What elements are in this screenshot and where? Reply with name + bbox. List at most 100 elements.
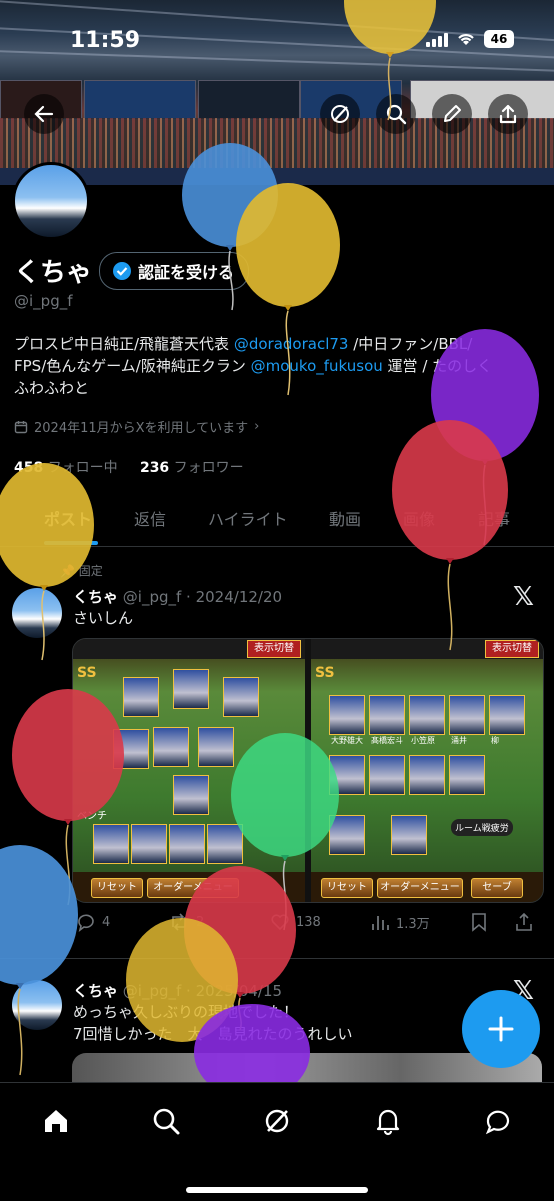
nav-messages[interactable] bbox=[478, 1101, 518, 1141]
nav-home[interactable] bbox=[36, 1101, 76, 1141]
media-image-pitchers[interactable]: 表示切替 SS 大野雄大 髙橋宏斗 小笠原 涌井 柳 ルーム戦疲労 リセット オ… bbox=[311, 639, 543, 902]
image-footer: リセット オーダーメニュー bbox=[73, 872, 305, 902]
post-text-line: めっちゃ久しぶりの現地でした！ bbox=[73, 1003, 299, 1021]
following-link[interactable]: 458 フォロー中 bbox=[14, 460, 118, 476]
arrow-left-icon bbox=[34, 105, 54, 123]
verify-button-label: 認証を受ける bbox=[138, 263, 235, 282]
player-card bbox=[169, 824, 205, 864]
tab-posts[interactable]: ポスト bbox=[44, 506, 92, 530]
bio-text: ふわふわと bbox=[14, 379, 90, 397]
player-card bbox=[113, 729, 149, 769]
post-media[interactable]: 表示切替 SS ベンチ リセット オーダーメニュー 表示切替 SS 大野雄大 髙… bbox=[72, 638, 544, 903]
nav-grok[interactable] bbox=[257, 1101, 297, 1141]
followers-count: 236 bbox=[139, 460, 170, 476]
fatigue-label: ルーム戦疲労 bbox=[451, 819, 513, 836]
post-text: めっちゃ久しぶりの現地でした！ 7回惜しかった 大 島見れたのうれしい bbox=[73, 1001, 353, 1045]
image-footer: リセット オーダーメニュー セーブ bbox=[311, 872, 543, 902]
image-header: 表示切替 bbox=[311, 639, 543, 659]
share-icon bbox=[499, 104, 517, 124]
player-name: 涌井 bbox=[451, 736, 467, 745]
edit-button[interactable] bbox=[432, 94, 472, 134]
home-icon bbox=[45, 1110, 67, 1132]
balloon-icon bbox=[0, 845, 78, 1076]
heart-icon bbox=[271, 914, 289, 931]
post-header[interactable]: くちゃ @i_pg_f · 2025/04/15 bbox=[73, 980, 282, 1001]
bio-text: プロスピ中日純正/飛龍蒼天代表 bbox=[14, 335, 234, 353]
bio-mention-link[interactable]: @mouko_fukusou bbox=[251, 357, 383, 375]
player-name: 柳 bbox=[491, 736, 499, 745]
notifications-icon bbox=[376, 1109, 400, 1136]
verify-button[interactable]: 認証を受ける bbox=[99, 252, 250, 290]
display-toggle-label: 表示切替 bbox=[247, 640, 301, 658]
tab-replies[interactable]: 返信 bbox=[134, 506, 166, 530]
player-card bbox=[409, 695, 445, 735]
pinned-label: 📌 固定 bbox=[60, 562, 103, 579]
player-card bbox=[173, 775, 209, 815]
search-icon bbox=[386, 104, 407, 125]
bio-mention-link[interactable]: @doradoracl73 bbox=[234, 335, 349, 353]
player-name: 大野雄大 bbox=[331, 736, 363, 745]
player-name: 小笠原 bbox=[411, 736, 435, 745]
user-handle: @i_pg_f bbox=[14, 292, 73, 310]
compose-post-button[interactable] bbox=[462, 990, 540, 1068]
status-icons: 46 bbox=[426, 30, 514, 48]
followers-link[interactable]: 236 フォロワー bbox=[140, 460, 244, 476]
player-card bbox=[369, 695, 405, 735]
player-card bbox=[391, 815, 427, 855]
bio-text: /中日ファン/BBL/ bbox=[348, 335, 473, 353]
signal-icon bbox=[426, 31, 448, 47]
bio-text: FPS/色んなゲーム/阪神純正クラン bbox=[14, 357, 251, 375]
follow-stats: 458 フォロー中 236 フォロワー bbox=[14, 457, 244, 477]
media-image-lineup[interactable]: 表示切替 SS ベンチ リセット オーダーメニュー bbox=[73, 639, 305, 902]
share-button[interactable] bbox=[488, 94, 528, 134]
bottom-navigation bbox=[0, 1082, 554, 1201]
home-indicator bbox=[186, 1187, 368, 1193]
player-card bbox=[223, 677, 259, 717]
player-card bbox=[369, 755, 405, 795]
player-card bbox=[198, 727, 234, 767]
tab-articles[interactable]: 記事 bbox=[478, 506, 510, 530]
player-card bbox=[449, 755, 485, 795]
tab-highlights[interactable]: ハイライト bbox=[208, 506, 288, 530]
nav-notifications[interactable] bbox=[368, 1101, 408, 1141]
grok-icon bbox=[331, 105, 349, 123]
repost-icon bbox=[172, 913, 186, 931]
reply-count: 4 bbox=[102, 914, 111, 930]
grok-icon bbox=[265, 1109, 289, 1133]
back-button[interactable] bbox=[24, 94, 64, 134]
bookmark-button[interactable] bbox=[470, 912, 488, 936]
reply-button[interactable]: 4 bbox=[76, 912, 110, 932]
player-card bbox=[153, 727, 189, 767]
messages-icon bbox=[485, 1110, 510, 1135]
search-button[interactable] bbox=[376, 94, 416, 134]
nav-search[interactable] bbox=[146, 1101, 186, 1141]
profile-bio: プロスピ中日純正/飛龍蒼天代表 @doradoracl73 /中日ファン/BBL… bbox=[14, 333, 540, 399]
reset-label: リセット bbox=[91, 878, 143, 898]
repost-button[interactable]: 2 bbox=[168, 912, 204, 932]
joined-date[interactable]: 2024年11月からXを利用しています › bbox=[14, 417, 259, 436]
post-share-button[interactable] bbox=[514, 912, 534, 936]
battery-indicator: 46 bbox=[484, 30, 514, 48]
post-text: さいしん bbox=[73, 609, 134, 627]
grok-button[interactable] bbox=[320, 94, 360, 134]
like-button[interactable]: 138 bbox=[270, 912, 321, 932]
tab-media[interactable]: 画像 bbox=[403, 506, 435, 530]
post-author-name: くちゃ bbox=[73, 588, 119, 606]
pin-icon: 📌 bbox=[60, 564, 75, 578]
post-avatar[interactable] bbox=[12, 980, 62, 1030]
save-label: セーブ bbox=[471, 878, 523, 898]
profile-tabs: ポスト 返信 ハイライト 動画 画像 記事 bbox=[0, 498, 554, 547]
x-logo-icon[interactable]: 𝕏 bbox=[513, 582, 534, 612]
share-icon bbox=[516, 912, 532, 931]
team-rank: SS bbox=[315, 665, 335, 681]
post-avatar[interactable] bbox=[12, 588, 62, 638]
order-menu-label: オーダーメニュー bbox=[147, 878, 239, 898]
post-divider bbox=[0, 958, 554, 959]
post-header[interactable]: くちゃ @i_pg_f · 2024/12/20 bbox=[73, 586, 282, 607]
profile-avatar[interactable] bbox=[12, 162, 90, 240]
plus-icon bbox=[488, 1016, 514, 1042]
views-button[interactable]: 1.3万 bbox=[370, 912, 430, 932]
player-card bbox=[489, 695, 525, 735]
player-card bbox=[123, 677, 159, 717]
tab-videos[interactable]: 動画 bbox=[329, 506, 361, 530]
